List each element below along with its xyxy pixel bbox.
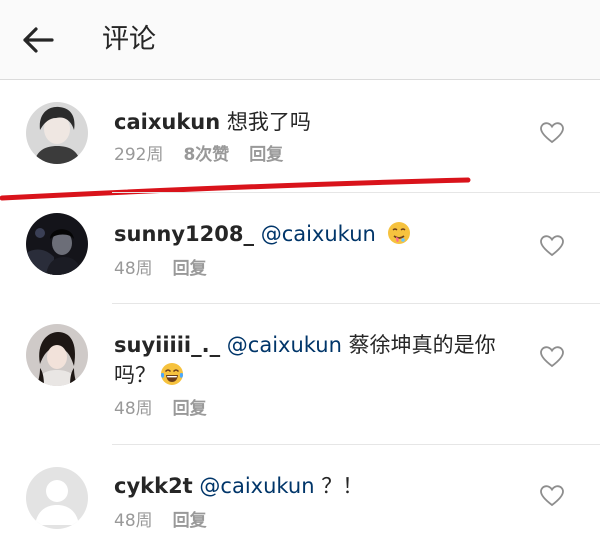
reply-button[interactable]: 回复 xyxy=(173,509,207,533)
username[interactable]: caixukun xyxy=(114,110,220,134)
heart-outline-icon xyxy=(540,235,564,257)
like-button[interactable] xyxy=(540,235,568,261)
heart-outline-icon xyxy=(540,346,564,368)
top-bar: 评论 xyxy=(0,0,600,80)
username[interactable]: sunny1208_ xyxy=(114,222,254,246)
photo-avatar-icon xyxy=(26,213,88,275)
comment-text: sunny1208_ @caixukun xyxy=(114,219,514,249)
timestamp: 48周 xyxy=(114,511,153,531)
timestamp: 292周 xyxy=(114,145,164,165)
avatar[interactable] xyxy=(26,102,88,164)
comment-meta: 292周 8次赞 回复 xyxy=(114,143,283,167)
timestamp: 48周 xyxy=(114,399,153,419)
reply-button[interactable]: 回复 xyxy=(173,397,207,421)
tears-of-joy-emoji-icon xyxy=(161,363,183,385)
photo-avatar-icon xyxy=(26,102,88,164)
comment-item: suyiiiii_._ @caixukun 蔡徐坤真的是你吗？ 48周 回复 xyxy=(0,304,600,444)
comment-item: cykk2t @caixukun ？！ 48周 回复 xyxy=(0,445,600,534)
avatar[interactable] xyxy=(26,467,88,529)
like-button[interactable] xyxy=(540,122,568,148)
comment-body: 想我了吗 xyxy=(226,110,311,134)
like-button[interactable] xyxy=(540,346,568,372)
comment-item: sunny1208_ @caixukun 48周 回复 xyxy=(0,193,600,303)
comment-item: caixukun 想我了吗 292周 8次赞 回复 xyxy=(0,80,600,192)
comment-meta: 48周 回复 xyxy=(114,257,207,281)
reply-button[interactable]: 回复 xyxy=(173,257,207,281)
comment-body: ？！ xyxy=(321,474,364,498)
mention-link[interactable]: @caixukun xyxy=(261,222,376,246)
comment-meta: 48周 回复 xyxy=(114,509,207,533)
comment-text: caixukun 想我了吗 xyxy=(114,107,514,137)
arrow-left-icon xyxy=(23,27,54,53)
avatar[interactable] xyxy=(26,324,88,386)
page-title: 评论 xyxy=(102,24,156,55)
avatar[interactable] xyxy=(26,213,88,275)
likes-count[interactable]: 8次赞 xyxy=(183,143,229,167)
heart-outline-icon xyxy=(540,122,564,144)
comment-meta: 48周 回复 xyxy=(114,397,207,421)
reply-button[interactable]: 回复 xyxy=(249,143,283,167)
heart-outline-icon xyxy=(540,485,564,507)
comment-text: suyiiiii_._ @caixukun 蔡徐坤真的是你吗？ xyxy=(114,330,514,390)
default-avatar-icon xyxy=(26,467,88,529)
drooling-face-emoji-icon xyxy=(387,222,410,244)
mention-link[interactable]: @caixukun xyxy=(227,333,342,357)
like-button[interactable] xyxy=(540,485,568,511)
username[interactable]: suyiiiii_._ xyxy=(114,333,220,357)
comment-text: cykk2t @caixukun ？！ xyxy=(114,471,514,501)
photo-avatar-icon xyxy=(26,324,88,386)
mention-link[interactable]: @caixukun xyxy=(199,474,314,498)
timestamp: 48周 xyxy=(114,259,153,279)
back-button[interactable] xyxy=(18,22,58,58)
username[interactable]: cykk2t xyxy=(114,474,193,498)
